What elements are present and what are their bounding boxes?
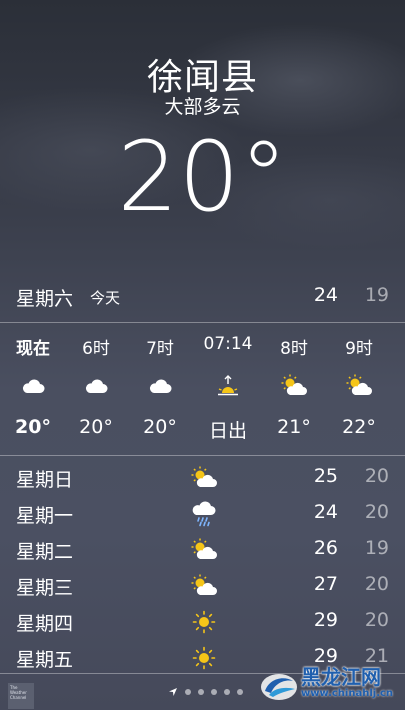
hourly-temp: 20° (79, 416, 113, 438)
cloud-icon (1, 366, 65, 406)
sun-icon (189, 644, 219, 672)
partly-sunny-icon (262, 366, 326, 406)
watermark: 黑龙江网 www.chinahlj.cn (259, 661, 399, 709)
hourly-item: 现在 20° (1, 325, 65, 438)
divider-top (0, 322, 405, 323)
daily-low: 20 (364, 609, 389, 631)
sun-icon (189, 608, 219, 636)
partly-sunny-icon (327, 366, 391, 406)
hourly-temp: 20° (143, 416, 177, 438)
daily-day: 星期四 (16, 613, 74, 635)
partly-sunny-icon (189, 464, 219, 492)
page-indicator[interactable] (168, 687, 243, 697)
daily-day: 星期五 (16, 649, 74, 671)
daily-day: 星期日 (16, 469, 74, 491)
hourly-item: 6时 20° (64, 325, 128, 438)
hourly-item: 8时 21° (262, 325, 326, 438)
hourly-time: 7时 (146, 339, 174, 359)
daily-high: 29 (313, 609, 338, 631)
hourly-forecast[interactable]: 现在 20° 6时 20° 7时 20° 07:14 日出 8时 21° 9时 … (0, 325, 405, 452)
hourly-temp: 22° (342, 416, 376, 438)
page-dot (211, 689, 217, 695)
daily-row: 星期三 27 20 (0, 568, 405, 604)
hourly-time: 6时 (82, 339, 110, 359)
footer-bar: The Weather Channel 黑龙江网 www.chinahlj.cn (0, 665, 405, 710)
hourly-item: 7时 20° (128, 325, 192, 438)
today-label: 今天 (90, 289, 121, 307)
daily-day: 星期一 (16, 505, 74, 527)
cloud-icon (128, 366, 192, 406)
sunrise-icon (196, 366, 260, 406)
hourly-time: 9时 (345, 339, 373, 359)
daily-high: 25 (313, 465, 338, 487)
watermark-url: www.chinahlj.cn (301, 688, 394, 699)
daily-high: 26 (313, 537, 338, 559)
partly-sunny-icon (189, 536, 219, 564)
daily-low: 20 (364, 501, 389, 523)
weather-condition: 大部多云 (164, 96, 241, 118)
partly-sunny-icon (189, 572, 219, 600)
daily-low: 20 (364, 465, 389, 487)
weather-channel-logo[interactable]: The Weather Channel (8, 683, 34, 709)
current-temperature: 20° (117, 121, 288, 233)
hourly-temp: 21° (277, 416, 311, 438)
watermark-title: 黑龙江网 (301, 665, 381, 689)
daily-day: 星期二 (16, 541, 74, 563)
watermark-logo-icon (261, 674, 297, 700)
daily-low: 19 (364, 537, 389, 559)
daily-row: 星期一 24 20 (0, 496, 405, 532)
hourly-time: 现在 (16, 339, 50, 359)
hourly-time: 8时 (280, 339, 308, 359)
today-summary-row: 星期六 今天 24 19 (0, 282, 405, 312)
hourly-temp: 日出 (208, 420, 247, 442)
hourly-item: 07:14 日出 (196, 325, 260, 443)
page-dot (224, 689, 230, 695)
page-dot (185, 689, 191, 695)
hourly-item: 9时 22° (327, 325, 391, 438)
location-arrow-icon (169, 688, 177, 696)
daily-low: 20 (364, 573, 389, 595)
daily-row: 星期日 25 20 (0, 460, 405, 496)
today-day: 星期六 (16, 288, 74, 310)
daily-high: 27 (313, 573, 338, 595)
daily-row: 星期四 29 20 (0, 604, 405, 640)
cloud-icon (64, 366, 128, 406)
hourly-time: 07:14 (203, 334, 253, 354)
daily-high: 24 (313, 501, 338, 523)
hourly-temp: 20° (15, 416, 51, 438)
page-dot (198, 689, 204, 695)
page-dot (237, 689, 243, 695)
today-high: 24 (313, 284, 338, 306)
daily-row: 星期二 26 19 (0, 532, 405, 568)
daily-day: 星期三 (16, 577, 74, 599)
today-low: 19 (364, 284, 389, 306)
divider-bottom (0, 455, 405, 456)
rain-cloud-icon (189, 500, 219, 528)
